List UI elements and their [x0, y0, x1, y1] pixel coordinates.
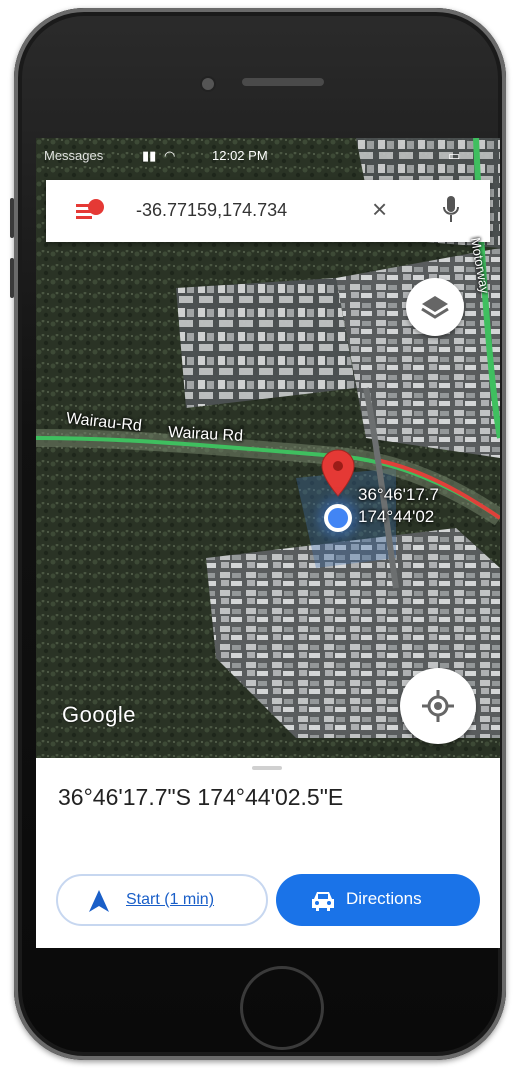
dropped-pin-marker[interactable]: [318, 448, 358, 504]
status-bar: Messages ▮▮ ◠ 12:02 PM ▭: [36, 138, 500, 174]
car-icon: [312, 892, 334, 911]
front-camera: [200, 76, 216, 92]
earpiece-speaker: [242, 78, 324, 86]
microphone-icon[interactable]: [442, 194, 460, 224]
signal-icon: ▮▮: [142, 148, 157, 163]
satellite-map[interactable]: Messages ▮▮ ◠ 12:02 PM ▭ -36.77159,174.7…: [36, 138, 500, 758]
pin-coordinate-line2: 174°44'02: [358, 507, 435, 526]
my-location-icon: [422, 690, 454, 722]
back-to-app-label[interactable]: Messages: [44, 148, 103, 163]
wifi-icon: ◠: [164, 148, 176, 163]
search-query-text[interactable]: -36.77159,174.734: [136, 200, 346, 221]
place-info-sheet[interactable]: 36°46'17.7"S 174°44'02.5"E Start (1 min)…: [36, 758, 500, 948]
battery-icon: ▭: [448, 148, 461, 163]
phone-screen: Messages ▮▮ ◠ 12:02 PM ▭ -36.77159,174.7…: [36, 138, 500, 948]
volume-up-button: [10, 198, 14, 238]
my-location-button[interactable]: [400, 668, 476, 744]
search-bar[interactable]: -36.77159,174.734 ×: [46, 180, 490, 242]
red-pin-icon: [76, 198, 106, 224]
directions-button-label: Directions: [346, 889, 422, 908]
close-icon[interactable]: ×: [372, 194, 387, 225]
layers-button[interactable]: [406, 278, 464, 336]
sheet-drag-handle[interactable]: [252, 766, 282, 770]
current-location-dot: [324, 504, 352, 532]
dropped-pin-coordinates: 36°46'17.7"S 174°44'02.5"E: [58, 784, 344, 810]
volume-down-button: [10, 258, 14, 298]
pin-coordinate-line1: 36°46'17.7: [358, 485, 439, 504]
directions-button[interactable]: Directions: [276, 874, 480, 926]
status-time: 12:02 PM: [212, 148, 268, 163]
start-button-label: Start (1 min): [126, 891, 215, 908]
google-logo: Google: [62, 702, 136, 727]
pin-coordinate-label: 36°46'17.7 174°44'02: [358, 484, 439, 528]
layers-icon: [421, 296, 449, 319]
home-button[interactable]: [240, 966, 324, 1050]
navigation-arrow-icon: [89, 890, 109, 912]
start-navigation-button[interactable]: Start (1 min): [56, 874, 268, 926]
road-label-wairau-2: Wairau Rd: [167, 424, 244, 445]
